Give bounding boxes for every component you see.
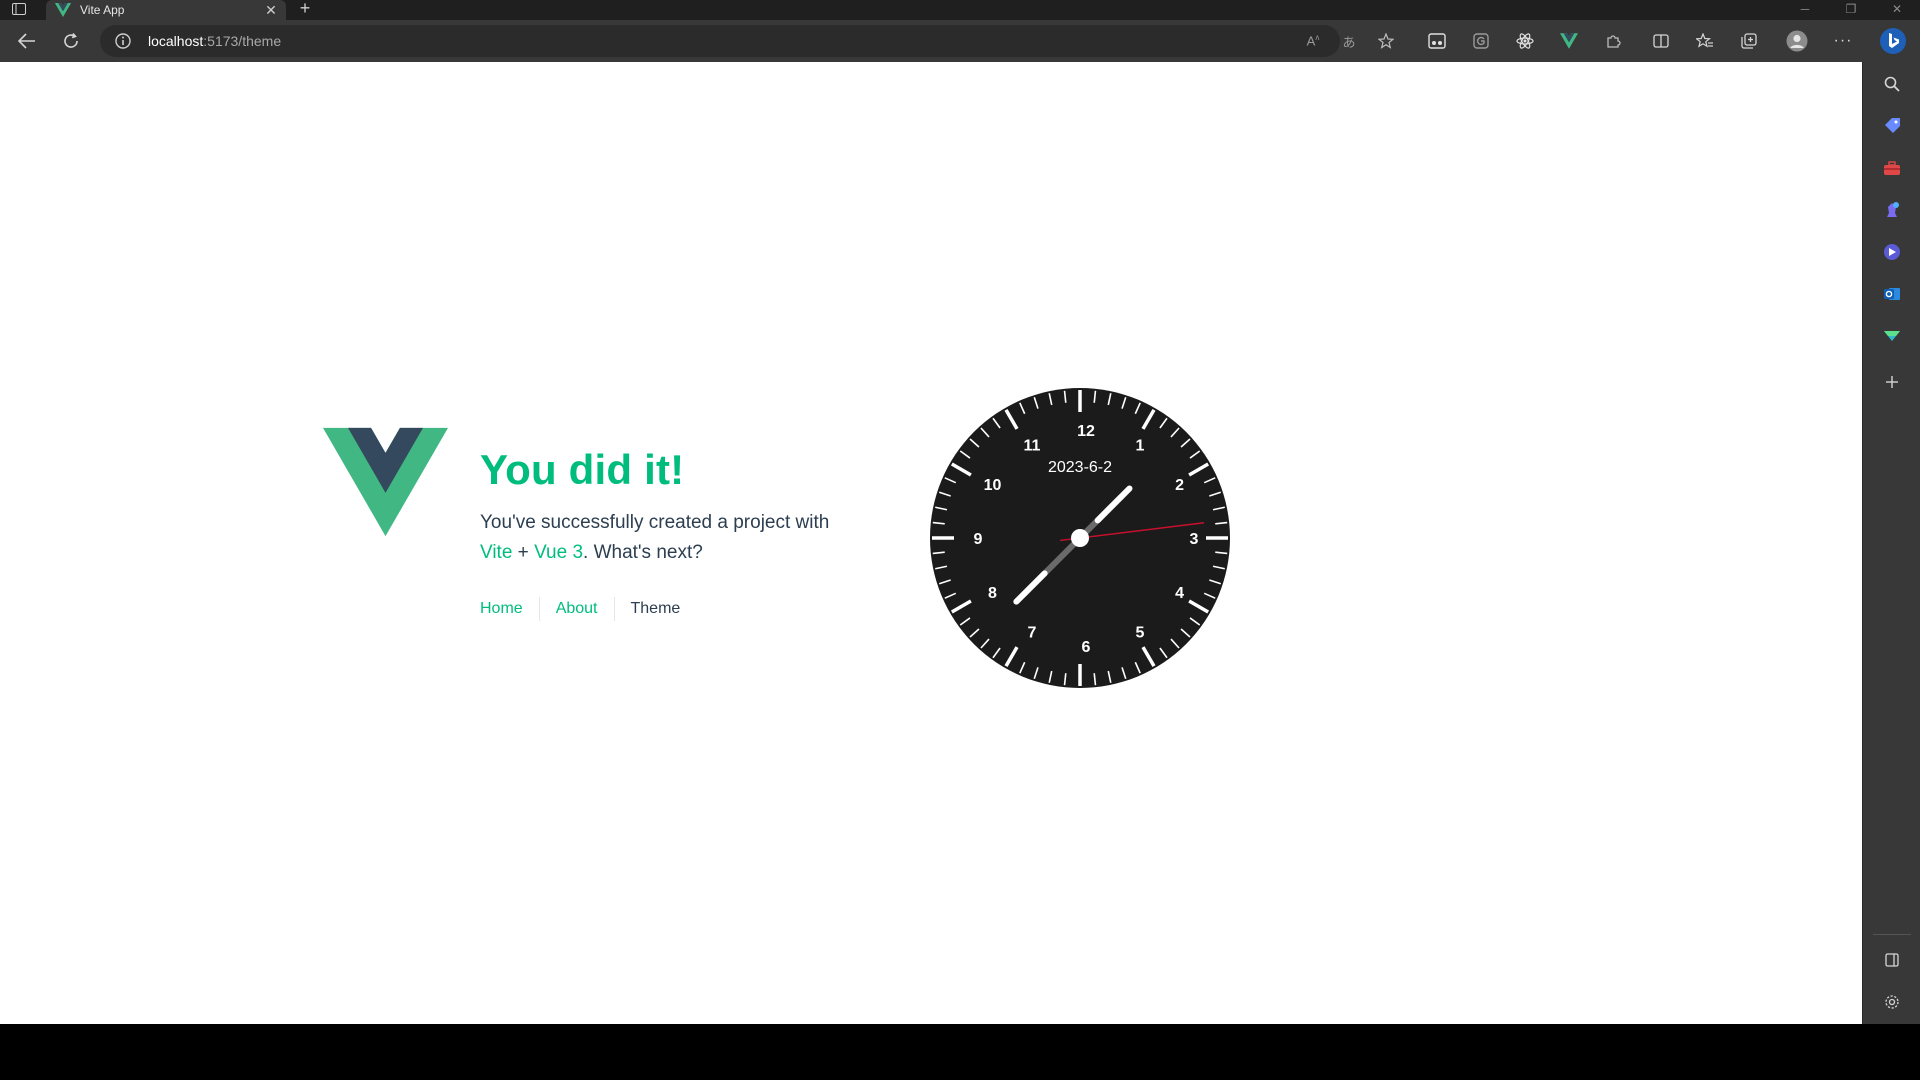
more-menu-icon[interactable]: ··· [1830, 28, 1856, 54]
panel-icon[interactable] [1882, 950, 1902, 970]
extension-vue-devtools-icon[interactable] [1556, 28, 1582, 54]
clock-number: 4 [1175, 585, 1184, 602]
page-content: You did it! You've successfully created … [0, 62, 1862, 1024]
main-nav: Home About Theme [480, 597, 696, 621]
description-text: You've successfully created a project wi… [480, 512, 830, 533]
nav-home-link[interactable]: Home [480, 597, 539, 621]
browser-toolbar: localhost:5173/theme Aʌ あ ··· [0, 20, 1920, 62]
clock-number: 3 [1190, 531, 1199, 548]
plus-text: + [512, 542, 535, 563]
url-text[interactable]: localhost:5173/theme [148, 33, 281, 49]
chess-icon[interactable] [1882, 200, 1902, 220]
minimize-icon[interactable]: ─ [1782, 0, 1828, 20]
tab-title: Vite App [80, 3, 125, 17]
site-info-icon[interactable] [114, 32, 132, 50]
extensions-icon[interactable] [1600, 28, 1626, 54]
read-aloud-icon[interactable]: Aʌ [1301, 29, 1325, 53]
restore-icon[interactable]: ❐ [1828, 0, 1874, 20]
clock-number: 12 [1077, 423, 1095, 440]
vite-link[interactable]: Vite [480, 542, 512, 563]
address-bar[interactable]: localhost:5173/theme Aʌ あ [100, 25, 1394, 57]
page-description: You've successfully created a project wi… [480, 508, 900, 568]
tab-actions-icon[interactable] [10, 1, 28, 17]
new-tab-button[interactable]: + [296, 0, 314, 18]
sidebar-divider [1873, 934, 1911, 935]
clock-number: 5 [1136, 625, 1145, 642]
whats-next-text: . What's next? [583, 542, 703, 563]
edge-sidebar [1862, 62, 1920, 1024]
profile-avatar-icon[interactable] [1784, 28, 1810, 54]
outlook-icon[interactable] [1882, 284, 1902, 304]
split-screen-icon[interactable] [1648, 28, 1674, 54]
nav-theme-link[interactable]: Theme [613, 597, 697, 621]
translate-icon[interactable]: あ [1337, 29, 1361, 53]
window-controls: ─ ❐ ✕ [1782, 0, 1920, 20]
copilot-icon[interactable] [1882, 242, 1902, 262]
extension-glasses-icon[interactable] [1424, 28, 1450, 54]
search-icon[interactable] [1882, 74, 1902, 94]
extension-react-icon[interactable] [1512, 28, 1538, 54]
clock-number: 6 [1082, 639, 1091, 656]
extension-grammar-icon[interactable] [1468, 28, 1494, 54]
clock-number: 2 [1175, 477, 1184, 494]
vue-favicon-icon [54, 3, 72, 17]
clock-number: 9 [974, 531, 983, 548]
clock-number: 11 [1024, 437, 1041, 454]
browser-tab[interactable]: Vite App ✕ [46, 0, 286, 20]
collections-icon[interactable] [1736, 28, 1762, 54]
clock-center-pin [1071, 529, 1089, 547]
settings-icon[interactable] [1882, 992, 1902, 1012]
drop-icon[interactable] [1882, 326, 1902, 346]
tag-icon[interactable] [1882, 116, 1902, 136]
bing-copilot-icon[interactable] [1878, 26, 1908, 56]
clock-number: 1 [1136, 437, 1145, 454]
vue3-link[interactable]: Vue 3 [534, 542, 583, 563]
clock-number: 7 [1028, 625, 1037, 642]
tab-strip: Vite App ✕ + ─ ❐ ✕ [0, 0, 1920, 20]
analog-clock: 121234567891011 2023-6-2 [930, 388, 1230, 688]
clock-date: 2023-6-2 [1048, 459, 1112, 476]
page-heading: You did it! [480, 446, 685, 493]
toolbox-icon[interactable] [1882, 158, 1902, 178]
screen-bottom-bar [0, 1024, 1920, 1080]
tab-close-icon[interactable]: ✕ [264, 2, 278, 19]
clock-number: 8 [988, 585, 997, 602]
close-window-icon[interactable]: ✕ [1874, 0, 1920, 20]
add-icon[interactable] [1882, 372, 1902, 392]
nav-about-link[interactable]: About [538, 597, 614, 621]
favorites-icon[interactable] [1692, 28, 1718, 54]
clock-number: 10 [984, 477, 1002, 494]
reload-icon[interactable] [58, 28, 84, 54]
vue-logo [323, 427, 448, 537]
back-icon[interactable] [14, 28, 40, 54]
favorite-add-icon[interactable] [1374, 29, 1398, 53]
